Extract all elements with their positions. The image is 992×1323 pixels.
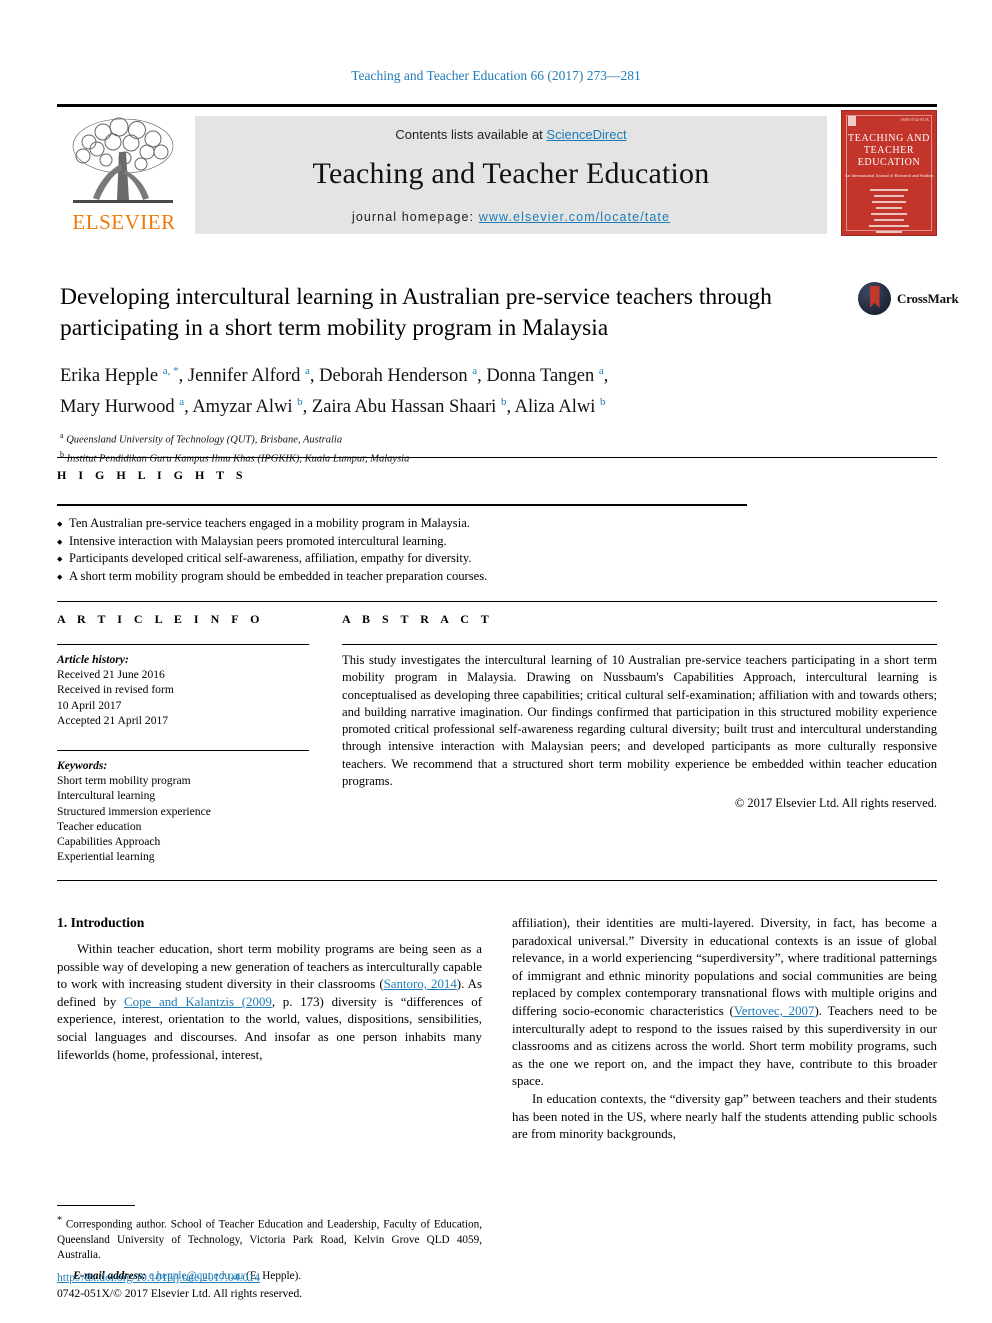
list-item: Participants developed critical self-awa… bbox=[57, 550, 937, 568]
author-mark: b bbox=[297, 396, 303, 409]
homepage-prefix: journal homepage: bbox=[351, 210, 479, 224]
abstract-text: This study investigates the intercultura… bbox=[342, 653, 937, 789]
affiliation-b-text: Institut Pendidikan Guru Kampus Ilmu Kha… bbox=[66, 453, 410, 465]
keywords-label: Keywords: bbox=[57, 759, 108, 773]
running-head: Teaching and Teacher Education 66 (2017)… bbox=[351, 68, 641, 83]
list-item: Ten Australian pre-service teachers enga… bbox=[57, 515, 937, 533]
cover-subtitle: An International Journal of Research and… bbox=[844, 173, 934, 178]
article-info-divider bbox=[57, 644, 309, 645]
keyword-item: Teacher education bbox=[57, 819, 142, 833]
article-history-item: 10 April 2017 bbox=[57, 698, 122, 712]
highlights-top-rule bbox=[57, 457, 937, 458]
section-heading-introduction: 1. Introduction bbox=[57, 915, 145, 930]
journal-homepage-link[interactable]: www.elsevier.com/locate/tate bbox=[479, 210, 670, 224]
keyword-item: Short term mobility program bbox=[57, 774, 191, 788]
author-mark: b bbox=[500, 396, 507, 409]
cover-editor-lines bbox=[856, 189, 922, 235]
footnote-text: * Corresponding author. School of Teache… bbox=[57, 1213, 482, 1263]
author-mark: a, * bbox=[162, 365, 179, 377]
keywords-divider bbox=[57, 750, 309, 752]
affiliation-mark: a bbox=[60, 431, 64, 441]
paragraph-text: affiliation), their identities are multi… bbox=[512, 916, 937, 1018]
cover-title: TEACHING AND TEACHER EDUCATION bbox=[848, 133, 930, 168]
author-mark: b bbox=[599, 396, 606, 409]
elsevier-tree-icon bbox=[72, 117, 174, 203]
article-history-item: Accepted 21 April 2017 bbox=[57, 713, 169, 727]
masthead-top-rule bbox=[57, 104, 937, 107]
article-info-heading: A R T I C L E I N F O bbox=[57, 612, 264, 626]
copyright-line: © 2017 Elsevier Ltd. All rights reserved… bbox=[734, 796, 937, 811]
elsevier-wordmark: ELSEVIER bbox=[72, 210, 176, 234]
crossmark-badge[interactable]: CrossMark bbox=[858, 282, 959, 316]
keywords-block: Keywords: Short term mobility program In… bbox=[57, 758, 309, 864]
citation-santoro[interactable]: Santoro, 2014 bbox=[384, 977, 457, 991]
highlights-section: H I G H L I G H T S Ten Australian pre-s… bbox=[57, 468, 937, 585]
page-title: Developing intercultural learning in Aus… bbox=[60, 284, 772, 341]
article-history-item: Received in revised form bbox=[57, 683, 174, 697]
affiliation-list: a Queensland University of Technology (Q… bbox=[60, 429, 860, 466]
cover-elsevier-mark-icon bbox=[848, 116, 856, 126]
author-mark: a bbox=[472, 365, 478, 377]
contents-prefix: Contents lists available at bbox=[395, 127, 547, 142]
title-block: Developing intercultural learning in Aus… bbox=[60, 282, 860, 466]
author-mark: a bbox=[598, 365, 604, 377]
footnote-body: Corresponding author. School of Teacher … bbox=[57, 1218, 482, 1261]
citation-cope-kalantzis[interactable]: Cope and Kalantzis (2009 bbox=[124, 995, 272, 1009]
article-info-column: A R T I C L E I N F O Article history: R… bbox=[57, 612, 309, 864]
affiliation-a-text: Queensland University of Technology (QUT… bbox=[66, 434, 343, 446]
journal-masthead: ELSEVIER Contents lists available at Sci… bbox=[57, 104, 937, 236]
cover-issn-code: ISSN 0742-051X bbox=[901, 117, 929, 122]
keyword-item: Capabilities Approach bbox=[57, 835, 161, 849]
body-column-left: 1. Introduction Within teacher education… bbox=[57, 915, 482, 1064]
masthead-center-band: Contents lists available at ScienceDirec… bbox=[195, 116, 827, 234]
list-item: A short term mobility program should be … bbox=[57, 568, 937, 586]
article-history-label: Article history: bbox=[57, 653, 129, 666]
author-list: Erika Hepple a, *, Jennifer Alford a, De… bbox=[60, 358, 860, 420]
paragraph-intro-2: affiliation), their identities are multi… bbox=[512, 915, 937, 1091]
doi-link[interactable]: http://dx.doi.org/10.1016/j.tate.2017.04… bbox=[57, 1271, 260, 1284]
crossmark-label: CrossMark bbox=[897, 291, 959, 306]
paragraph-intro-3: In education contexts, the “diversity ga… bbox=[512, 1091, 937, 1142]
footnote-marker: * bbox=[57, 1215, 62, 1226]
author-mark: a bbox=[305, 365, 310, 377]
journal-article-page: Teaching and Teacher Education 66 (2017)… bbox=[0, 0, 992, 1323]
footnote-rule bbox=[57, 1205, 135, 1206]
author-mark: a bbox=[179, 396, 185, 409]
body-top-rule bbox=[57, 880, 937, 881]
author-line-1: Erika Hepple a, *, Jennifer Alford a, De… bbox=[60, 365, 609, 387]
issn-copyright-line: 0742-051X/© 2017 Elsevier Ltd. All right… bbox=[57, 1286, 303, 1300]
journal-homepage-line: journal homepage: www.elsevier.com/locat… bbox=[195, 210, 827, 224]
journal-cover-thumbnail: ISSN 0742-051X TEACHING AND TEACHER EDUC… bbox=[841, 110, 937, 236]
list-item: Intensive interaction with Malaysian pee… bbox=[57, 533, 937, 551]
author-line-2: Mary Hurwood a, Amyzar Alwi b, Zaira Abu… bbox=[60, 396, 606, 418]
footer-doi-block: http://dx.doi.org/10.1016/j.tate.2017.04… bbox=[57, 1270, 482, 1301]
crossmark-ribbon-icon bbox=[869, 286, 880, 308]
article-history: Article history: Received 21 June 2016 R… bbox=[57, 652, 309, 728]
journal-title: Teaching and Teacher Education bbox=[312, 157, 710, 190]
keyword-item: Structured immersion experience bbox=[57, 804, 211, 818]
article-info-top-rule bbox=[57, 601, 937, 602]
abstract-heading: A B S T R A C T bbox=[342, 612, 494, 626]
keyword-item: Intercultural learning bbox=[57, 789, 156, 803]
paragraph-intro-1: Within teacher education, short term mob… bbox=[57, 941, 482, 1064]
elsevier-logo: ELSEVIER bbox=[59, 112, 187, 236]
contents-line: Contents lists available at ScienceDirec… bbox=[195, 127, 827, 142]
highlights-list: Ten Australian pre-service teachers enga… bbox=[57, 515, 937, 585]
crossmark-circle-icon bbox=[858, 282, 891, 315]
body-column-right: affiliation), their identities are multi… bbox=[512, 915, 937, 1144]
article-history-item: Received 21 June 2016 bbox=[57, 668, 165, 682]
highlights-heading: H I G H L I G H T S bbox=[57, 468, 248, 482]
sciencedirect-link[interactable]: ScienceDirect bbox=[546, 127, 626, 142]
keyword-item: Experiential learning bbox=[57, 850, 155, 864]
affiliation-a: a Queensland University of Technology (Q… bbox=[60, 429, 860, 448]
abstract-column: A B S T R A C T This study investigates … bbox=[342, 612, 937, 811]
abstract-divider bbox=[342, 644, 937, 645]
citation-vertovec[interactable]: Vertovec, 2007 bbox=[734, 1004, 815, 1018]
highlights-divider bbox=[57, 504, 747, 506]
